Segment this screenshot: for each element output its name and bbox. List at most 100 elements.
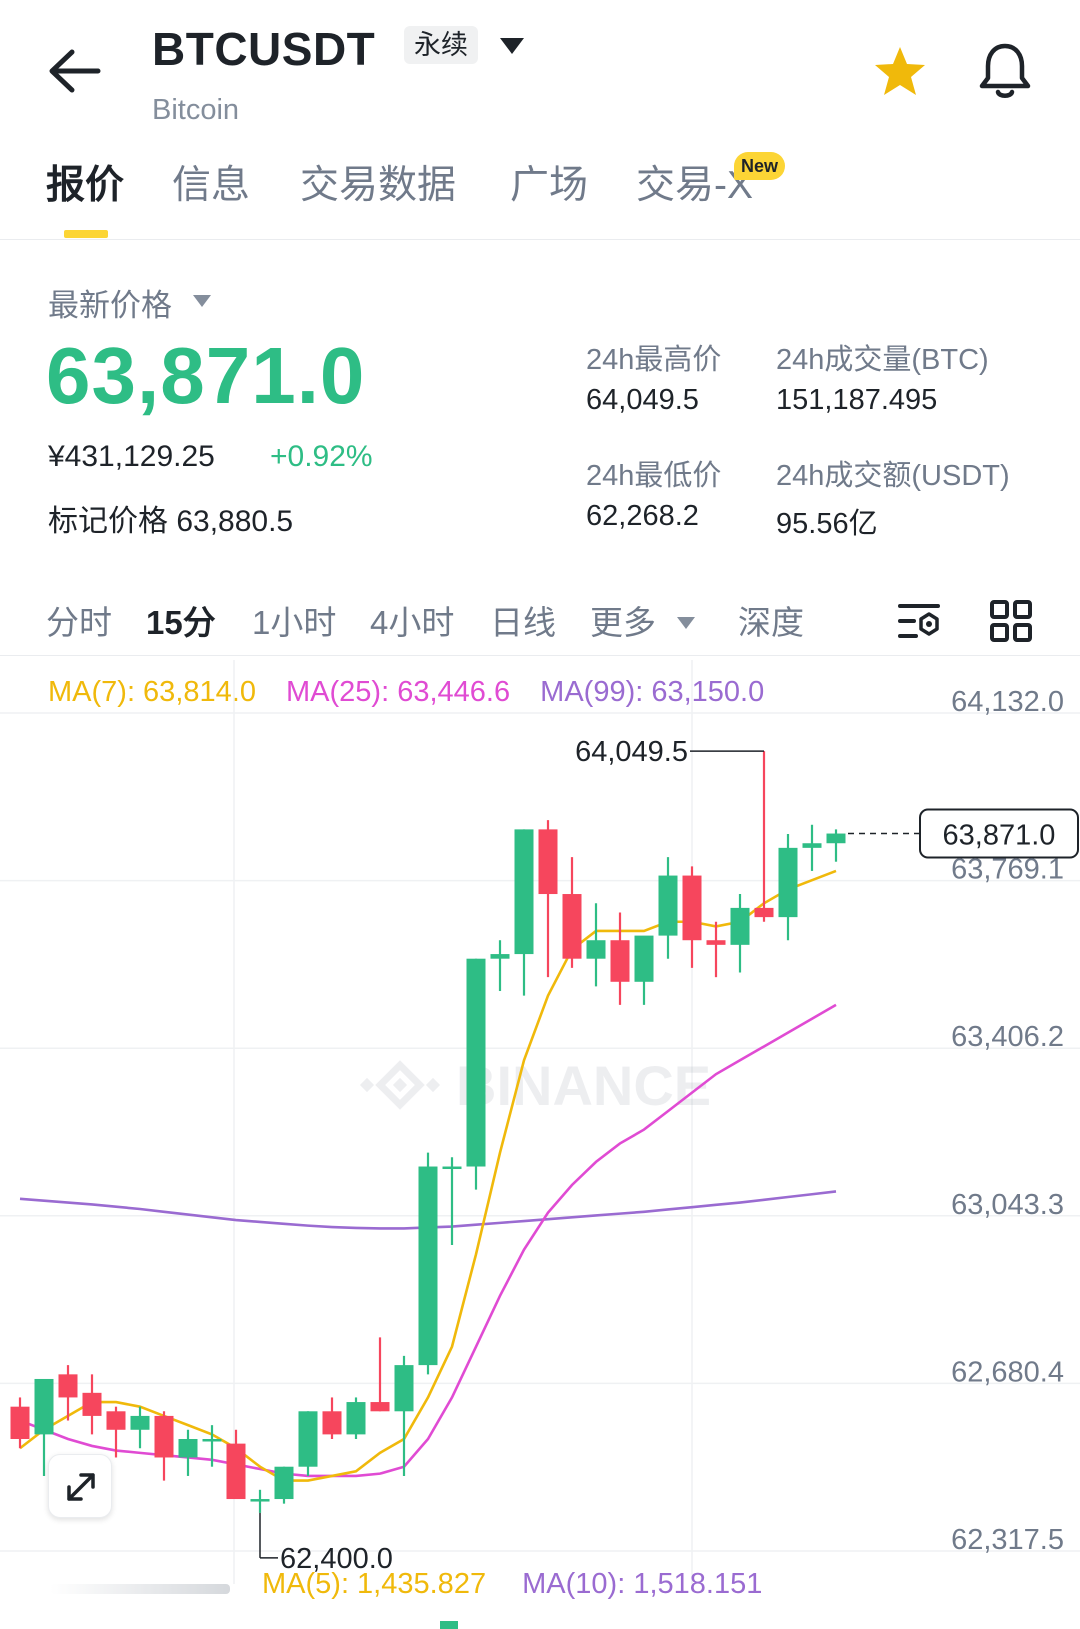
candle-body	[154, 1415, 174, 1458]
candle	[538, 820, 558, 978]
candle	[178, 1429, 198, 1476]
last-price: 63,871.0	[46, 331, 366, 420]
header: BTCUSDT 永续 Bitcoin	[0, 0, 1080, 140]
candle	[226, 1429, 246, 1500]
candle	[250, 1489, 270, 1513]
candle-body	[370, 1402, 390, 1412]
last-price-label[interactable]: 最新价格	[48, 280, 172, 325]
expand-chart-button[interactable]	[48, 1454, 112, 1518]
interval-15m[interactable]: 15分	[146, 596, 216, 644]
candle-body	[586, 940, 606, 959]
vol-ma5-label: MA(5): 1,435.827	[262, 1568, 487, 1600]
interval-1h[interactable]: 1小时	[252, 596, 336, 644]
low-24h-value: 62,268.2	[586, 500, 699, 532]
candle-body	[130, 1415, 150, 1430]
y-axis-tick-label: 62,680.4	[951, 1356, 1064, 1388]
low-24h-label: 24h最低价	[586, 460, 722, 492]
candle-body	[538, 829, 558, 895]
candle-body	[562, 894, 582, 959]
candle	[754, 751, 774, 922]
mark-price-row: 标记价格 63,880.5	[48, 496, 293, 540]
current-price-label: 63,871.0	[943, 820, 1056, 852]
candle	[658, 857, 678, 959]
candle	[322, 1397, 342, 1440]
vol-ma10-label: MA(10): 1,518.151	[522, 1568, 763, 1600]
candle	[586, 903, 606, 987]
candle-body	[394, 1365, 414, 1412]
candle-body	[202, 1439, 222, 1442]
volume-legend: MA(5): 1,435.827 MA(10): 1,518.151	[262, 1568, 790, 1601]
candle	[370, 1337, 390, 1412]
volume-bar	[440, 1621, 458, 1629]
y-axis-tick-label: 64,132.0	[951, 686, 1064, 718]
candle-body	[514, 829, 534, 955]
candle-body	[226, 1443, 246, 1500]
candle-body	[418, 1166, 438, 1366]
favorite-star-icon[interactable]	[872, 44, 928, 100]
tab-quote[interactable]: 报价	[46, 154, 124, 210]
interval-time[interactable]: 分时	[46, 596, 112, 644]
interval-more[interactable]: 更多	[590, 596, 656, 644]
interval-4h[interactable]: 4小时	[370, 596, 454, 644]
candle	[418, 1152, 438, 1375]
candle	[682, 866, 702, 968]
candle-body	[658, 875, 678, 936]
volume-scroll-indicator	[50, 1584, 230, 1594]
turnover-24h-value: 95.56亿	[776, 508, 878, 540]
more-caret-icon[interactable]	[676, 616, 696, 630]
tab-trading-data[interactable]: 交易数据	[300, 154, 456, 210]
y-axis-tick-label: 62,317.5	[951, 1524, 1064, 1556]
candle-body	[34, 1378, 54, 1435]
candle-body	[682, 875, 702, 941]
vol-24h-label: 24h成交量(BTC)	[776, 344, 989, 376]
high-24h-value: 64,049.5	[586, 384, 699, 416]
candle	[610, 912, 630, 1005]
tab-info[interactable]: 信息	[172, 154, 250, 210]
candle-body	[466, 958, 486, 1167]
mark-price-label: 标记价格	[48, 505, 168, 538]
back-arrow-icon[interactable]	[46, 46, 102, 96]
interval-depth[interactable]: 深度	[738, 596, 804, 644]
new-badge: New	[734, 152, 786, 180]
indicator-settings-icon[interactable]	[896, 598, 942, 644]
candle-body	[10, 1406, 30, 1440]
expand-icon	[67, 1473, 95, 1501]
high-24h-label: 24h最高价	[586, 344, 722, 376]
mark-price-value: 63,880.5	[176, 505, 294, 538]
candle-body	[298, 1411, 318, 1467]
tab-square[interactable]: 广场	[510, 154, 588, 210]
y-axis-tick-label: 63,043.3	[951, 1189, 1064, 1221]
candle	[130, 1406, 150, 1449]
candle	[154, 1411, 174, 1481]
interval-1d[interactable]: 日线	[490, 596, 556, 644]
candle-body	[802, 843, 822, 848]
candle-body	[634, 935, 654, 982]
grid-layout-icon[interactable]	[988, 598, 1034, 644]
interval-bar: 分时 15分 1小时 4小时 日线 更多 深度	[0, 590, 1080, 656]
candle-body	[778, 847, 798, 918]
candle-body	[754, 907, 774, 918]
candle	[778, 834, 798, 941]
binance-watermark: BINANCE	[359, 1054, 711, 1117]
turnover-24h-label: 24h成交额(USDT)	[776, 460, 1010, 492]
candle-body	[346, 1402, 366, 1435]
candle-body	[490, 954, 510, 959]
candle	[10, 1397, 30, 1449]
candle	[802, 824, 822, 871]
candle	[706, 921, 726, 978]
y-axis-tick-label: 63,769.1	[951, 854, 1064, 886]
price-type-caret-icon[interactable]	[192, 294, 212, 308]
candle	[514, 829, 534, 996]
change-percent: +0.92%	[270, 440, 373, 473]
candle-body	[322, 1411, 342, 1435]
candlestick-chart[interactable]: BINANCE 64,049.562,400.063,871.0 64,132.…	[0, 660, 1080, 1584]
symbol-dropdown-caret-icon[interactable]	[498, 36, 526, 56]
candle-body	[106, 1411, 126, 1430]
active-tab-indicator	[64, 230, 108, 238]
candle	[274, 1466, 294, 1504]
candle-body	[730, 907, 750, 945]
candle-body	[178, 1439, 198, 1458]
bell-alert-icon[interactable]	[976, 40, 1034, 102]
candle	[298, 1411, 318, 1476]
symbol-title[interactable]: BTCUSDT	[152, 22, 375, 76]
